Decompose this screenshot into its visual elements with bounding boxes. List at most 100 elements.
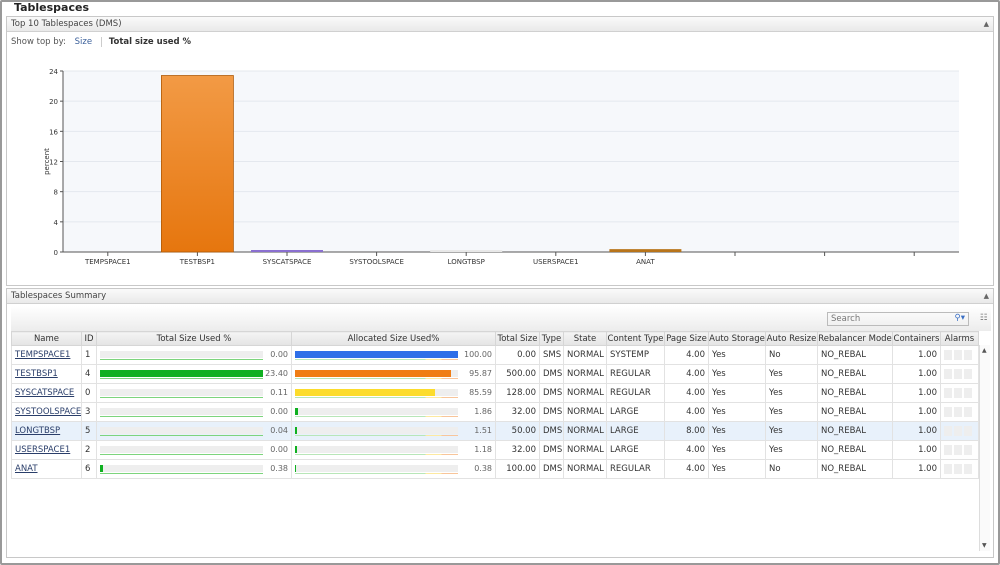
type-value: SMS	[543, 350, 562, 360]
alarms-cell[interactable]	[940, 383, 979, 403]
y-tick-label: 16	[49, 128, 58, 136]
alloc_used-bar	[295, 408, 458, 415]
total_used-value: 0.00	[270, 445, 288, 454]
collapse-icon[interactable]: ▲	[984, 292, 989, 300]
vertical-scrollbar[interactable]: ▲ ▼	[979, 345, 990, 551]
search-input[interactable]: Search ⚲▾	[827, 312, 969, 326]
alarms-cell[interactable]	[940, 421, 979, 441]
rebal-value: NO_REBAL	[821, 407, 866, 417]
table-row[interactable]: USERSPACE1 2 0.00 1.18 32.00 DMS NORMAL LARGE 4.…	[11, 440, 979, 460]
total_size-value: 32.00	[511, 445, 536, 455]
bar	[160, 75, 234, 253]
table-row[interactable]: TESTBSP1 4 23.40 95.87 500.00 DMS NORMAL REGULA…	[11, 364, 979, 384]
type-value: DMS	[543, 369, 563, 379]
alarm-indicator-icon	[944, 387, 952, 398]
tablespace-link[interactable]: SYSCATSPACE	[15, 388, 74, 398]
id-value: 4	[85, 369, 91, 379]
table-row[interactable]: SYSTOOLSPACE 3 0.00 1.86 32.00 DMS NORMAL LARGE…	[11, 402, 979, 422]
alloc_used-value: 1.86	[474, 407, 492, 416]
content-value: LARGE	[610, 407, 639, 417]
type-value: DMS	[543, 445, 563, 455]
tablespace-link[interactable]: TESTBSP1	[15, 369, 58, 379]
column-header[interactable]: Page Size	[664, 331, 709, 346]
tablespace-link[interactable]: SYSTOOLSPACE	[15, 407, 81, 417]
state-value: NORMAL	[567, 388, 604, 398]
column-header[interactable]: Content Type	[606, 331, 665, 346]
bar	[430, 250, 503, 252]
content-value: REGULAR	[610, 388, 651, 398]
alarm-indicator-icon	[964, 425, 972, 436]
total_used-bar-fill	[100, 370, 263, 377]
tablespace-link[interactable]: LONGTBSP	[15, 426, 60, 436]
total_used-value: 0.00	[270, 407, 288, 416]
column-header[interactable]: Allocated Size Used%	[291, 331, 496, 346]
table-row[interactable]: TEMPSPACE1 1 0.00 100.00 0.00 SMS NORMAL SYSTEM…	[11, 345, 979, 365]
auto_resize-value: Yes	[769, 369, 783, 379]
content-value: REGULAR	[610, 464, 651, 474]
column-header[interactable]: Auto Resize	[765, 331, 818, 346]
column-header[interactable]: Containers	[892, 331, 941, 346]
alarm-indicator-icon	[964, 368, 972, 379]
total_size-value: 100.00	[506, 464, 536, 474]
alarms-cell[interactable]	[940, 345, 979, 365]
alloc_used-bar	[295, 427, 458, 434]
tablespace-link[interactable]: ANAT	[15, 464, 38, 474]
table-row[interactable]: LONGTBSP 5 0.04 1.51 50.00 DMS NORMAL LARGE 8.00…	[11, 421, 979, 441]
threshold-line	[100, 416, 263, 417]
total_used-bar	[100, 427, 263, 434]
total_used-value: 0.38	[270, 464, 288, 473]
state-value: NORMAL	[567, 369, 604, 379]
alarm-indicator-icon	[944, 368, 952, 379]
id-value: 5	[85, 426, 91, 436]
rebal-value: NO_REBAL	[821, 350, 866, 360]
column-header[interactable]: Alarms	[940, 331, 979, 346]
alarms-cell[interactable]	[940, 440, 979, 460]
type-value: DMS	[543, 407, 563, 417]
type-value: DMS	[543, 464, 563, 474]
rebal-value: NO_REBAL	[821, 426, 866, 436]
alarm-indicator-icon	[954, 368, 962, 379]
alloc_used-value: 85.59	[469, 388, 492, 397]
alarm-indicator-icon	[944, 444, 952, 455]
column-header[interactable]: State	[563, 331, 607, 346]
total_size-value: 0.00	[517, 350, 536, 360]
tablespaces-table: Name ID Total Size Used % Allocated Size Us…	[11, 331, 979, 479]
state-value: NORMAL	[567, 464, 604, 474]
column-header[interactable]: Total Size	[495, 331, 540, 346]
table-row[interactable]: SYSCATSPACE 0 0.11 85.59 128.00 DMS NORMAL REGU…	[11, 383, 979, 403]
rebal-value: NO_REBAL	[821, 464, 866, 474]
alarm-indicator-icon	[944, 463, 952, 474]
column-chooser-icon[interactable]: ☷	[980, 313, 988, 323]
scroll-down-icon[interactable]: ▼	[982, 542, 987, 549]
page-value: 4.00	[686, 445, 705, 455]
alarms-cell[interactable]	[940, 402, 979, 422]
alarms-cell[interactable]	[940, 364, 979, 384]
bar	[609, 249, 682, 252]
column-header[interactable]: Rebalancer Mode	[817, 331, 893, 346]
auto_storage-value: Yes	[712, 464, 726, 474]
alloc_used-value: 95.87	[469, 369, 492, 378]
page-value: 4.00	[686, 407, 705, 417]
containers-value: 1.00	[918, 464, 937, 474]
content-value: SYSTEMP	[610, 350, 650, 360]
state-value: NORMAL	[567, 426, 604, 436]
tablespace-link[interactable]: TEMPSPACE1	[15, 350, 70, 360]
tablespace-link[interactable]: USERSPACE1	[15, 445, 70, 455]
scroll-up-icon[interactable]: ▲	[982, 347, 987, 354]
column-header[interactable]: ID	[81, 331, 97, 346]
alarm-indicator-icon	[954, 463, 962, 474]
column-header[interactable]: Name	[11, 331, 82, 346]
page-title: Tablespaces	[14, 1, 89, 14]
alarms-cell[interactable]	[940, 459, 979, 479]
containers-value: 1.00	[918, 445, 937, 455]
alloc_used-bar	[295, 351, 458, 358]
auto_storage-value: Yes	[712, 388, 726, 398]
id-value: 1	[85, 350, 91, 360]
column-header[interactable]: Type	[539, 331, 564, 346]
table-row[interactable]: ANAT 6 0.38 0.38 100.00 DMS NORMAL REGULAR 4.00 Y…	[11, 459, 979, 479]
auto_storage-value: Yes	[712, 350, 726, 360]
threshold-line	[100, 397, 263, 398]
column-header[interactable]: Auto Storage	[708, 331, 766, 346]
search-icon[interactable]: ⚲▾	[955, 313, 966, 323]
column-header[interactable]: Total Size Used %	[96, 331, 292, 346]
